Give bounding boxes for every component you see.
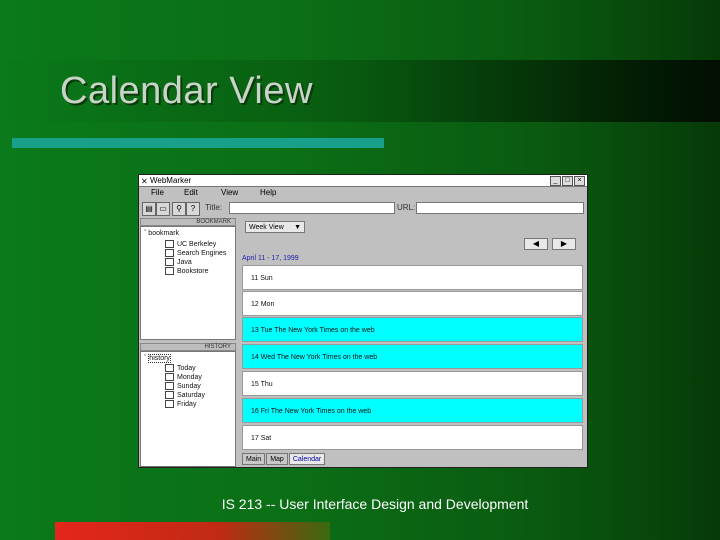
view-select[interactable]: Week View ▼ <box>245 221 305 233</box>
minimize-button[interactable]: _ <box>550 176 561 186</box>
day-row[interactable]: 12 Mon <box>242 291 583 316</box>
bookmark-item[interactable]: UC Berkeley <box>165 240 216 249</box>
bookmark-item[interactable]: Java <box>165 258 192 267</box>
slide-title: Calendar View <box>60 70 313 112</box>
open-folder-icon[interactable]: ▭ <box>156 202 170 216</box>
new-doc-icon[interactable]: ▤ <box>142 202 156 216</box>
window-titlebar: ✕ WebMarker _ □ × <box>139 175 587 187</box>
app-window: ✕ WebMarker _ □ × File Edit View Help ▤ … <box>138 174 588 468</box>
toolbar: ▤ ▭ ⚲ ? Title: URL: <box>139 200 587 217</box>
calendar-panel: Week View ▼ ◀ ▶ April 11 - 17, 1999 11 S… <box>239 218 587 467</box>
bottom-accent-bar <box>55 522 330 540</box>
close-button[interactable]: × <box>574 176 585 186</box>
history-root[interactable]: ˇ history <box>144 354 171 363</box>
document-icon <box>165 400 174 409</box>
history-header: HISTORY <box>140 343 236 351</box>
help-icon[interactable]: ? <box>186 202 200 216</box>
menu-bar: File Edit View Help <box>139 187 587 199</box>
next-week-button[interactable]: ▶ <box>552 238 576 250</box>
slide-footer: IS 213 -- User Interface Design and Deve… <box>221 496 529 512</box>
left-panel: BOOKMARK ˇ bookmark UC Berkeley Search E… <box>140 218 236 467</box>
menu-view[interactable]: View <box>221 187 238 199</box>
menu-edit[interactable]: Edit <box>184 187 198 199</box>
history-root-label: history <box>148 354 171 363</box>
bottom-tabs: Main Map Calendar <box>242 453 326 465</box>
title-underline <box>12 138 384 148</box>
tab-map[interactable]: Map <box>266 453 288 465</box>
day-row[interactable]: 15 Thu <box>242 371 583 396</box>
menu-file[interactable]: File <box>151 187 164 199</box>
bookmark-root[interactable]: ˇ bookmark <box>144 230 179 237</box>
find-icon[interactable]: ⚲ <box>172 202 186 216</box>
prev-week-button[interactable]: ◀ <box>524 238 548 250</box>
tab-calendar[interactable]: Calendar <box>288 453 326 465</box>
document-icon <box>165 240 174 249</box>
window-controls: _ □ × <box>550 176 585 186</box>
history-item[interactable]: Friday <box>165 400 196 409</box>
day-row[interactable]: 11 Sun <box>242 265 583 290</box>
title-label: Title: <box>205 203 223 212</box>
document-icon <box>165 382 174 391</box>
day-row[interactable]: 14 Wed The New York Times on the web <box>242 344 583 369</box>
document-icon <box>165 391 174 400</box>
url-label: URL: <box>397 203 416 212</box>
tab-main[interactable]: Main <box>242 453 266 465</box>
day-row[interactable]: 13 Tue The New York Times on the web <box>242 317 583 342</box>
view-select-value: Week View <box>249 224 284 231</box>
history-item[interactable]: Monday <box>165 373 202 382</box>
history-tree: ˇ history Today Monday Sunday Saturday F… <box>140 351 236 467</box>
history-item[interactable]: Today <box>165 364 196 373</box>
bookmark-tree: ˇ bookmark UC Berkeley Search Engines Ja… <box>140 226 236 340</box>
history-item[interactable]: Sunday <box>165 382 201 391</box>
bookmark-item[interactable]: Bookstore <box>165 267 209 276</box>
window-title: WebMarker <box>150 176 192 185</box>
maximize-button[interactable]: □ <box>562 176 573 186</box>
document-icon <box>165 258 174 267</box>
document-icon <box>165 267 174 276</box>
bookmark-header: BOOKMARK <box>140 218 236 226</box>
tree-toggle-icon[interactable]: ˇ <box>144 230 146 237</box>
document-icon <box>165 364 174 373</box>
tree-toggle-icon[interactable]: ˇ <box>144 355 146 362</box>
bookmark-root-label: bookmark <box>148 230 180 237</box>
document-icon <box>165 249 174 258</box>
day-row[interactable]: 17 Sat <box>242 425 583 450</box>
week-range: April 11 - 17, 1999 <box>242 255 299 262</box>
app-icon: ✕ <box>141 177 148 186</box>
chevron-down-icon: ▼ <box>294 224 301 231</box>
day-row[interactable]: 16 Fri The New York Times on the web <box>242 398 583 423</box>
history-item[interactable]: Saturday <box>165 391 205 400</box>
url-field[interactable] <box>416 202 584 214</box>
document-icon <box>165 373 174 382</box>
title-field[interactable] <box>229 202 395 214</box>
bookmark-item[interactable]: Search Engines <box>165 249 226 258</box>
menu-help[interactable]: Help <box>260 187 276 199</box>
